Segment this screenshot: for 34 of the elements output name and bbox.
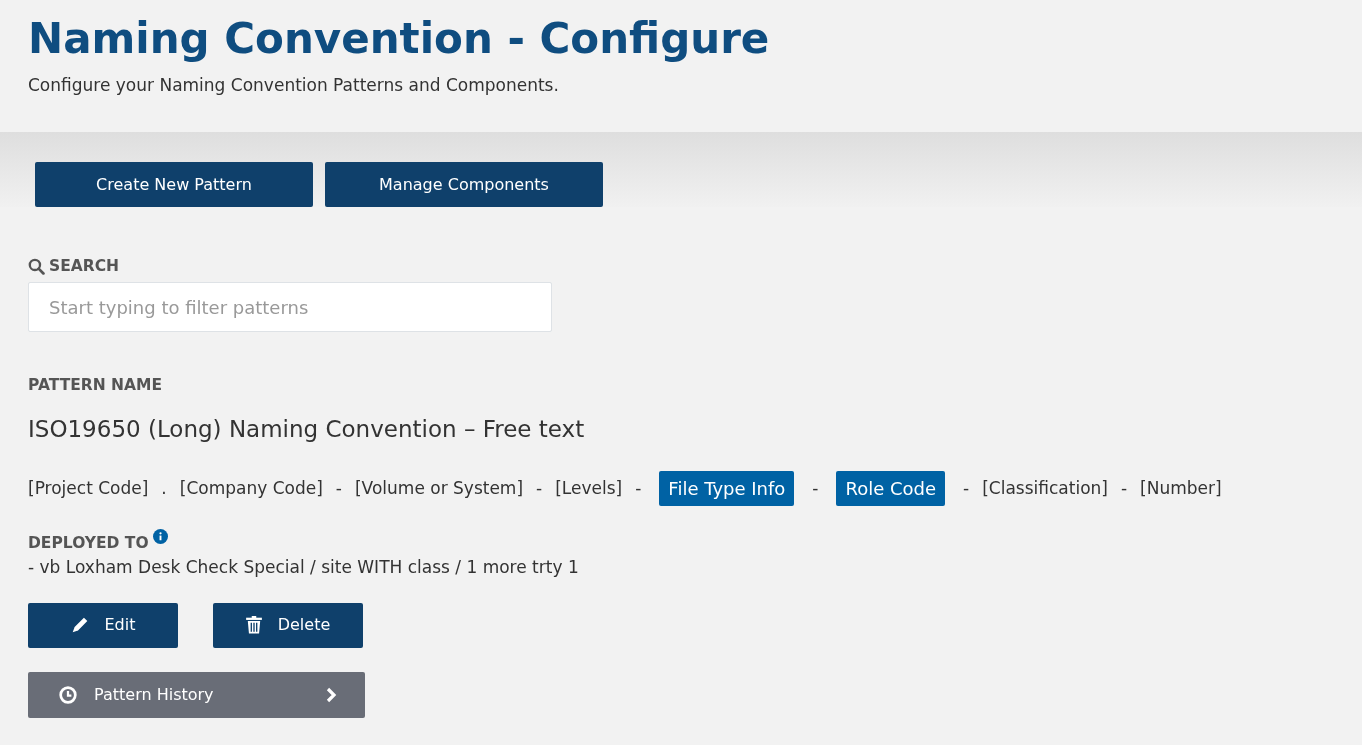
pencil-icon: [70, 616, 89, 635]
search-icon: [28, 258, 45, 276]
page-title: Naming Convention - Configure: [28, 13, 771, 65]
separator-text: -: [1120, 476, 1128, 500]
search-label: SEARCH: [49, 256, 120, 277]
info-icon[interactable]: [152, 529, 168, 544]
component-text: [Classification]: [982, 476, 1108, 500]
separator-text: -: [812, 476, 819, 500]
separator-text: -: [335, 476, 342, 500]
component-tag: Role Code: [836, 471, 946, 506]
separator-text: .: [161, 476, 167, 500]
deployment-text: - vb Loxham Desk Check Special / site WITH class / 1 more trty 1: [28, 556, 580, 580]
delete-button[interactable]: Delete: [213, 602, 363, 648]
pattern-name: ISO19650 (Long) Naming Convention – Free text: [28, 414, 586, 444]
component-tag: File Type Info: [659, 471, 795, 506]
chevron-right-icon: [325, 686, 337, 703]
section-label: PATTERN NAME: [28, 375, 164, 397]
section-label: DEPLOYED TO: [28, 533, 149, 554]
component-text: [Project Code]: [28, 476, 149, 500]
separator-text: -: [536, 476, 543, 500]
component-text: [Company Code]: [179, 476, 323, 500]
edit-button[interactable]: Edit: [28, 602, 178, 648]
component-text: [Levels]: [555, 476, 623, 500]
trash-icon: [245, 616, 262, 635]
search-field[interactable]: Start typing to filter patterns: [28, 282, 552, 333]
toolbar-button[interactable]: Create New Pattern: [35, 162, 313, 207]
separator-text: -: [963, 476, 970, 500]
pattern-history-button[interactable]: Pattern History: [28, 671, 365, 718]
toolbar-button[interactable]: Manage Components: [325, 162, 603, 207]
page-subtitle: Configure your Naming Convention Patterns and Components.: [28, 73, 560, 97]
component-text: [Number]: [1140, 476, 1222, 500]
component-text: [Volume or System]: [355, 476, 524, 500]
clock-icon: [59, 685, 77, 704]
separator-text: -: [635, 476, 642, 500]
